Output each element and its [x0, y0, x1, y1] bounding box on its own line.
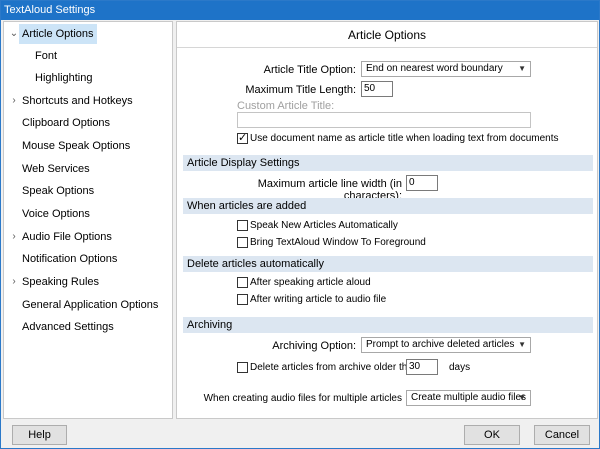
settings-main-panel: Article Options Article Title Option: En…	[176, 21, 598, 419]
sidebar-item-label: Audio File Options	[22, 231, 112, 243]
chevron-down-icon[interactable]: ⌄	[9, 24, 19, 44]
chevron-down-icon: ▼	[518, 393, 526, 402]
section-header-added: When articles are added	[183, 198, 593, 214]
sidebar-item-audio-file-options[interactable]: › Audio File Options	[4, 227, 172, 247]
chevron-right-icon[interactable]: ›	[9, 272, 19, 292]
select-value: End on nearest word boundary	[366, 63, 503, 74]
max-title-length-input[interactable]: 50	[361, 81, 393, 97]
delete-older-days-input[interactable]: 30	[406, 359, 438, 375]
chevron-down-icon: ▼	[518, 64, 526, 73]
multiple-files-label: When creating audio files for multiple a…	[203, 393, 402, 404]
sidebar-item-label: Speaking Rules	[22, 276, 100, 288]
bring-foreground-label: Bring TextAloud Window To Foreground	[250, 237, 426, 248]
custom-article-title-input[interactable]	[237, 112, 531, 128]
sidebar-item-font[interactable]: Font	[4, 46, 172, 66]
section-header-delete: Delete articles automatically	[183, 256, 593, 272]
sidebar-item-label: Speak Options	[22, 185, 95, 197]
sidebar-item-label: Shortcuts and Hotkeys	[22, 95, 133, 107]
delete-older-label: Delete articles from archive older than	[250, 362, 419, 373]
archiving-option-label: Archiving Option:	[272, 340, 356, 352]
after-writing-label: After writing article to audio file	[250, 294, 387, 305]
sidebar-item-web-services[interactable]: Web Services	[4, 159, 172, 179]
help-button[interactable]: Help	[12, 425, 67, 445]
section-header-display: Article Display Settings	[183, 155, 593, 171]
sidebar-item-voice-options[interactable]: Voice Options	[4, 204, 172, 224]
bring-foreground-checkbox[interactable]	[237, 237, 248, 248]
speak-new-label: Speak New Articles Automatically	[250, 220, 398, 231]
article-title-option-label: Article Title Option:	[263, 64, 356, 76]
sidebar-item-general-application-options[interactable]: General Application Options	[4, 295, 172, 315]
sidebar-item-mouse-speak-options[interactable]: Mouse Speak Options	[4, 136, 172, 156]
select-value: Create multiple audio files	[411, 392, 527, 403]
chevron-right-icon[interactable]: ›	[9, 227, 19, 247]
article-title-option-select[interactable]: End on nearest word boundary ▼	[361, 61, 531, 77]
select-value: Prompt to archive deleted articles	[366, 339, 515, 350]
chevron-down-icon: ▼	[518, 340, 526, 349]
sidebar-item-label: Font	[35, 50, 58, 62]
sidebar-item-label: Highlighting	[35, 72, 93, 84]
max-title-length-label: Maximum Title Length:	[245, 84, 356, 96]
speak-new-checkbox[interactable]	[237, 220, 248, 231]
sidebar-item-notification-options[interactable]: Notification Options	[4, 249, 172, 269]
sidebar-item-label: Mouse Speak Options	[22, 140, 131, 152]
ok-button[interactable]: OK	[464, 425, 520, 445]
multiple-files-select[interactable]: Create multiple audio files ▼	[406, 390, 531, 406]
after-speaking-checkbox[interactable]	[237, 277, 248, 288]
sidebar-item-speak-options[interactable]: Speak Options	[4, 181, 172, 201]
chevron-right-icon[interactable]: ›	[9, 91, 19, 111]
sidebar-item-highlighting[interactable]: Highlighting	[4, 68, 172, 88]
use-doc-name-label: Use document name as article title when …	[250, 133, 559, 144]
sidebar-item-label: Advanced Settings	[22, 321, 114, 333]
sidebar-item-shortcuts-hotkeys[interactable]: › Shortcuts and Hotkeys	[4, 91, 172, 111]
settings-sidebar: ⌄ Article Options Font Highlighting › Sh…	[3, 21, 173, 419]
sidebar-item-label: Voice Options	[22, 208, 90, 220]
sidebar-item-speaking-rules[interactable]: › Speaking Rules	[4, 272, 172, 292]
days-unit-label: days	[449, 362, 471, 373]
use-doc-name-checkbox[interactable]	[237, 131, 248, 144]
sidebar-item-clipboard-options[interactable]: Clipboard Options	[4, 113, 172, 133]
sidebar-item-advanced-settings[interactable]: Advanced Settings	[4, 317, 172, 337]
sidebar-item-label: Clipboard Options	[22, 117, 111, 129]
max-line-width-input[interactable]: 0	[406, 175, 438, 191]
delete-older-checkbox[interactable]	[237, 362, 248, 373]
after-speaking-label: After speaking article aloud	[250, 277, 371, 288]
archiving-option-select[interactable]: Prompt to archive deleted articles ▼	[361, 337, 531, 353]
sidebar-item-label: Web Services	[22, 163, 90, 175]
after-writing-checkbox[interactable]	[237, 294, 248, 305]
sidebar-item-article-options[interactable]: ⌄ Article Options	[4, 24, 172, 44]
page-title: Article Options	[177, 22, 597, 48]
section-header-archiving: Archiving	[183, 317, 593, 333]
window-titlebar: TextAloud Settings	[1, 1, 599, 20]
custom-article-title-label: Custom Article Title:	[237, 100, 335, 112]
dialog-button-bar: Help OK Cancel	[1, 420, 599, 448]
cancel-button[interactable]: Cancel	[534, 425, 590, 445]
sidebar-item-label: Notification Options	[22, 253, 118, 265]
settings-window: TextAloud Settings ⌄ Article Options Fon…	[0, 0, 600, 449]
sidebar-item-label: General Application Options	[22, 299, 159, 311]
sidebar-item-label: Article Options	[19, 24, 97, 44]
